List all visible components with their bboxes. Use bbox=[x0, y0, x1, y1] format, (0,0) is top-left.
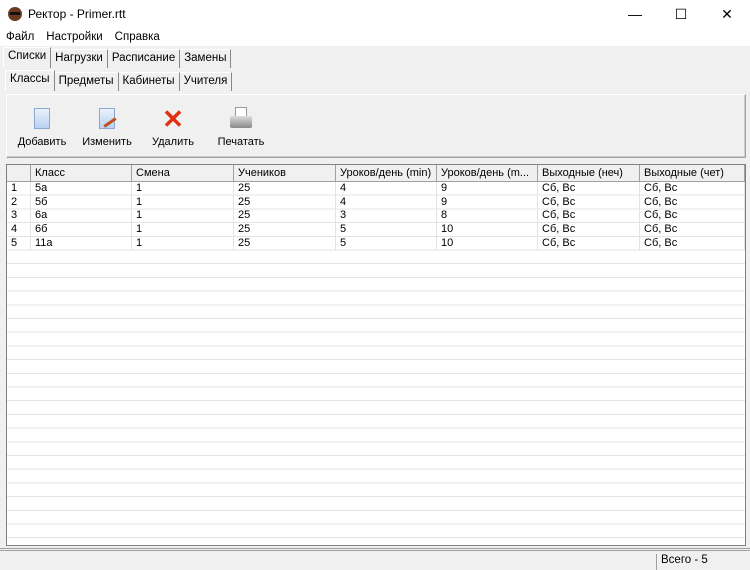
table-row[interactable]: 1 5а 1 25 4 9 Сб, Вс Сб, Вс bbox=[7, 182, 745, 196]
new-document-icon bbox=[30, 107, 54, 133]
column-header[interactable]: Уроков/день (m... bbox=[437, 165, 538, 182]
table-cell[interactable]: 3 bbox=[336, 209, 437, 224]
table-cell[interactable]: 5б bbox=[31, 195, 132, 210]
table-cell[interactable]: 25 bbox=[234, 209, 336, 224]
table-cell[interactable]: 9 bbox=[437, 182, 538, 196]
table-cell[interactable]: Сб, Вс bbox=[538, 209, 640, 224]
table-cell[interactable]: 9 bbox=[437, 195, 538, 210]
app-icon bbox=[8, 7, 22, 21]
table-cell[interactable]: 10 bbox=[437, 236, 538, 251]
table-row[interactable]: 5 11а 1 25 5 10 Сб, Вс Сб, Вс bbox=[7, 236, 745, 251]
main-tabs: Списки Нагрузки Расписание Замены bbox=[3, 47, 232, 68]
window-title: Ректор - Primer.rtt bbox=[28, 7, 126, 21]
table-cell[interactable]: 4 bbox=[336, 195, 437, 210]
menu-file[interactable]: Файл bbox=[6, 31, 34, 43]
table-cell[interactable]: 8 bbox=[437, 209, 538, 224]
table-cell[interactable]: 25 bbox=[234, 223, 336, 237]
table-cell[interactable]: 6б bbox=[31, 223, 132, 237]
table-cell[interactable]: 5 bbox=[336, 236, 437, 251]
delete-button[interactable]: ✕ Удалить bbox=[143, 104, 203, 148]
edit-button[interactable]: Изменить bbox=[77, 107, 137, 148]
table-cell[interactable]: 4 bbox=[7, 223, 31, 237]
table-cell[interactable]: Сб, Вс bbox=[640, 209, 745, 224]
tab-substitutions[interactable]: Замены bbox=[180, 49, 232, 68]
table-cell[interactable]: 1 bbox=[132, 223, 234, 237]
table-cell[interactable]: Сб, Вс bbox=[538, 236, 640, 251]
table-cell[interactable]: 10 bbox=[437, 223, 538, 237]
table-cell[interactable]: 1 bbox=[132, 236, 234, 251]
tab-subjects[interactable]: Предметы bbox=[54, 72, 119, 91]
tab-teachers[interactable]: Учителя bbox=[179, 72, 233, 91]
table-cell[interactable]: 5 bbox=[336, 223, 437, 237]
table-cell[interactable]: 1 bbox=[132, 182, 234, 196]
column-header[interactable]: Смена bbox=[132, 165, 234, 182]
minimize-button[interactable]: — bbox=[612, 0, 658, 28]
table-cell[interactable]: 3 bbox=[7, 209, 31, 224]
delete-x-icon: ✕ bbox=[162, 104, 184, 134]
menu-bar: Файл Настройки Справка bbox=[0, 28, 750, 46]
status-bar: Всего - 5 bbox=[0, 548, 750, 570]
table-cell[interactable]: 5 bbox=[7, 236, 31, 251]
edit-document-icon bbox=[95, 107, 119, 133]
table-row[interactable]: 3 6а 1 25 3 8 Сб, Вс Сб, Вс bbox=[7, 209, 745, 224]
table-cell[interactable]: Сб, Вс bbox=[640, 195, 745, 210]
table-cell[interactable]: 25 bbox=[234, 236, 336, 251]
tab-schedule[interactable]: Расписание bbox=[107, 49, 181, 68]
table-cell[interactable]: Сб, Вс bbox=[640, 223, 745, 237]
column-header[interactable]: Выходные (чет) bbox=[640, 165, 745, 182]
table-row[interactable]: 4 6б 1 25 5 10 Сб, Вс Сб, Вс bbox=[7, 223, 745, 237]
menu-help[interactable]: Справка bbox=[115, 31, 160, 43]
table-row[interactable]: 2 5б 1 25 4 9 Сб, Вс Сб, Вс bbox=[7, 195, 745, 210]
table-cell[interactable]: 6а bbox=[31, 209, 132, 224]
table-cell[interactable]: 4 bbox=[336, 182, 437, 196]
add-button[interactable]: Добавить bbox=[12, 107, 72, 148]
table-cell[interactable]: 1 bbox=[132, 195, 234, 210]
column-header[interactable]: Класс bbox=[31, 165, 132, 182]
table-cell[interactable]: Сб, Вс bbox=[640, 182, 745, 196]
tab-classes[interactable]: Классы bbox=[5, 70, 55, 91]
column-header[interactable]: Уроков/день (min) bbox=[336, 165, 437, 182]
table-cell[interactable]: Сб, Вс bbox=[640, 236, 745, 251]
title-bar: Ректор - Primer.rtt — ☐ ✕ bbox=[0, 0, 750, 28]
table-cell[interactable]: 1 bbox=[132, 209, 234, 224]
tab-rooms[interactable]: Кабинеты bbox=[118, 72, 180, 91]
table-cell[interactable]: 2 bbox=[7, 195, 31, 210]
table-cell[interactable]: Сб, Вс bbox=[538, 195, 640, 210]
table-cell[interactable]: 25 bbox=[234, 182, 336, 196]
classes-table[interactable]: Класс Смена Учеников Уроков/день (min) Уроко… bbox=[6, 164, 746, 546]
tab-lists[interactable]: Списки bbox=[3, 47, 52, 68]
table-cell[interactable]: 11а bbox=[31, 236, 132, 251]
table-cell[interactable]: 5а bbox=[31, 182, 132, 196]
table-cell[interactable]: 1 bbox=[7, 182, 31, 196]
table-cell[interactable]: Сб, Вс bbox=[538, 182, 640, 196]
table-cell[interactable]: 25 bbox=[234, 195, 336, 210]
tab-loads[interactable]: Нагрузки bbox=[51, 49, 108, 68]
table-header: Класс Смена Учеников Уроков/день (min) Уроко… bbox=[7, 165, 745, 182]
maximize-button[interactable]: ☐ bbox=[658, 0, 704, 28]
print-button[interactable]: Печатать bbox=[211, 107, 271, 148]
table-cell[interactable]: Сб, Вс bbox=[538, 223, 640, 237]
column-header[interactable] bbox=[7, 165, 31, 182]
toolbar: Добавить Изменить ✕ Удалить Печатать bbox=[6, 94, 746, 158]
close-button[interactable]: ✕ bbox=[704, 0, 750, 28]
printer-icon bbox=[229, 107, 253, 133]
sub-tabs: Классы Предметы Кабинеты Учителя bbox=[5, 70, 233, 91]
menu-settings[interactable]: Настройки bbox=[46, 31, 102, 43]
column-header[interactable]: Выходные (неч) bbox=[538, 165, 640, 182]
column-header[interactable]: Учеников bbox=[234, 165, 336, 182]
